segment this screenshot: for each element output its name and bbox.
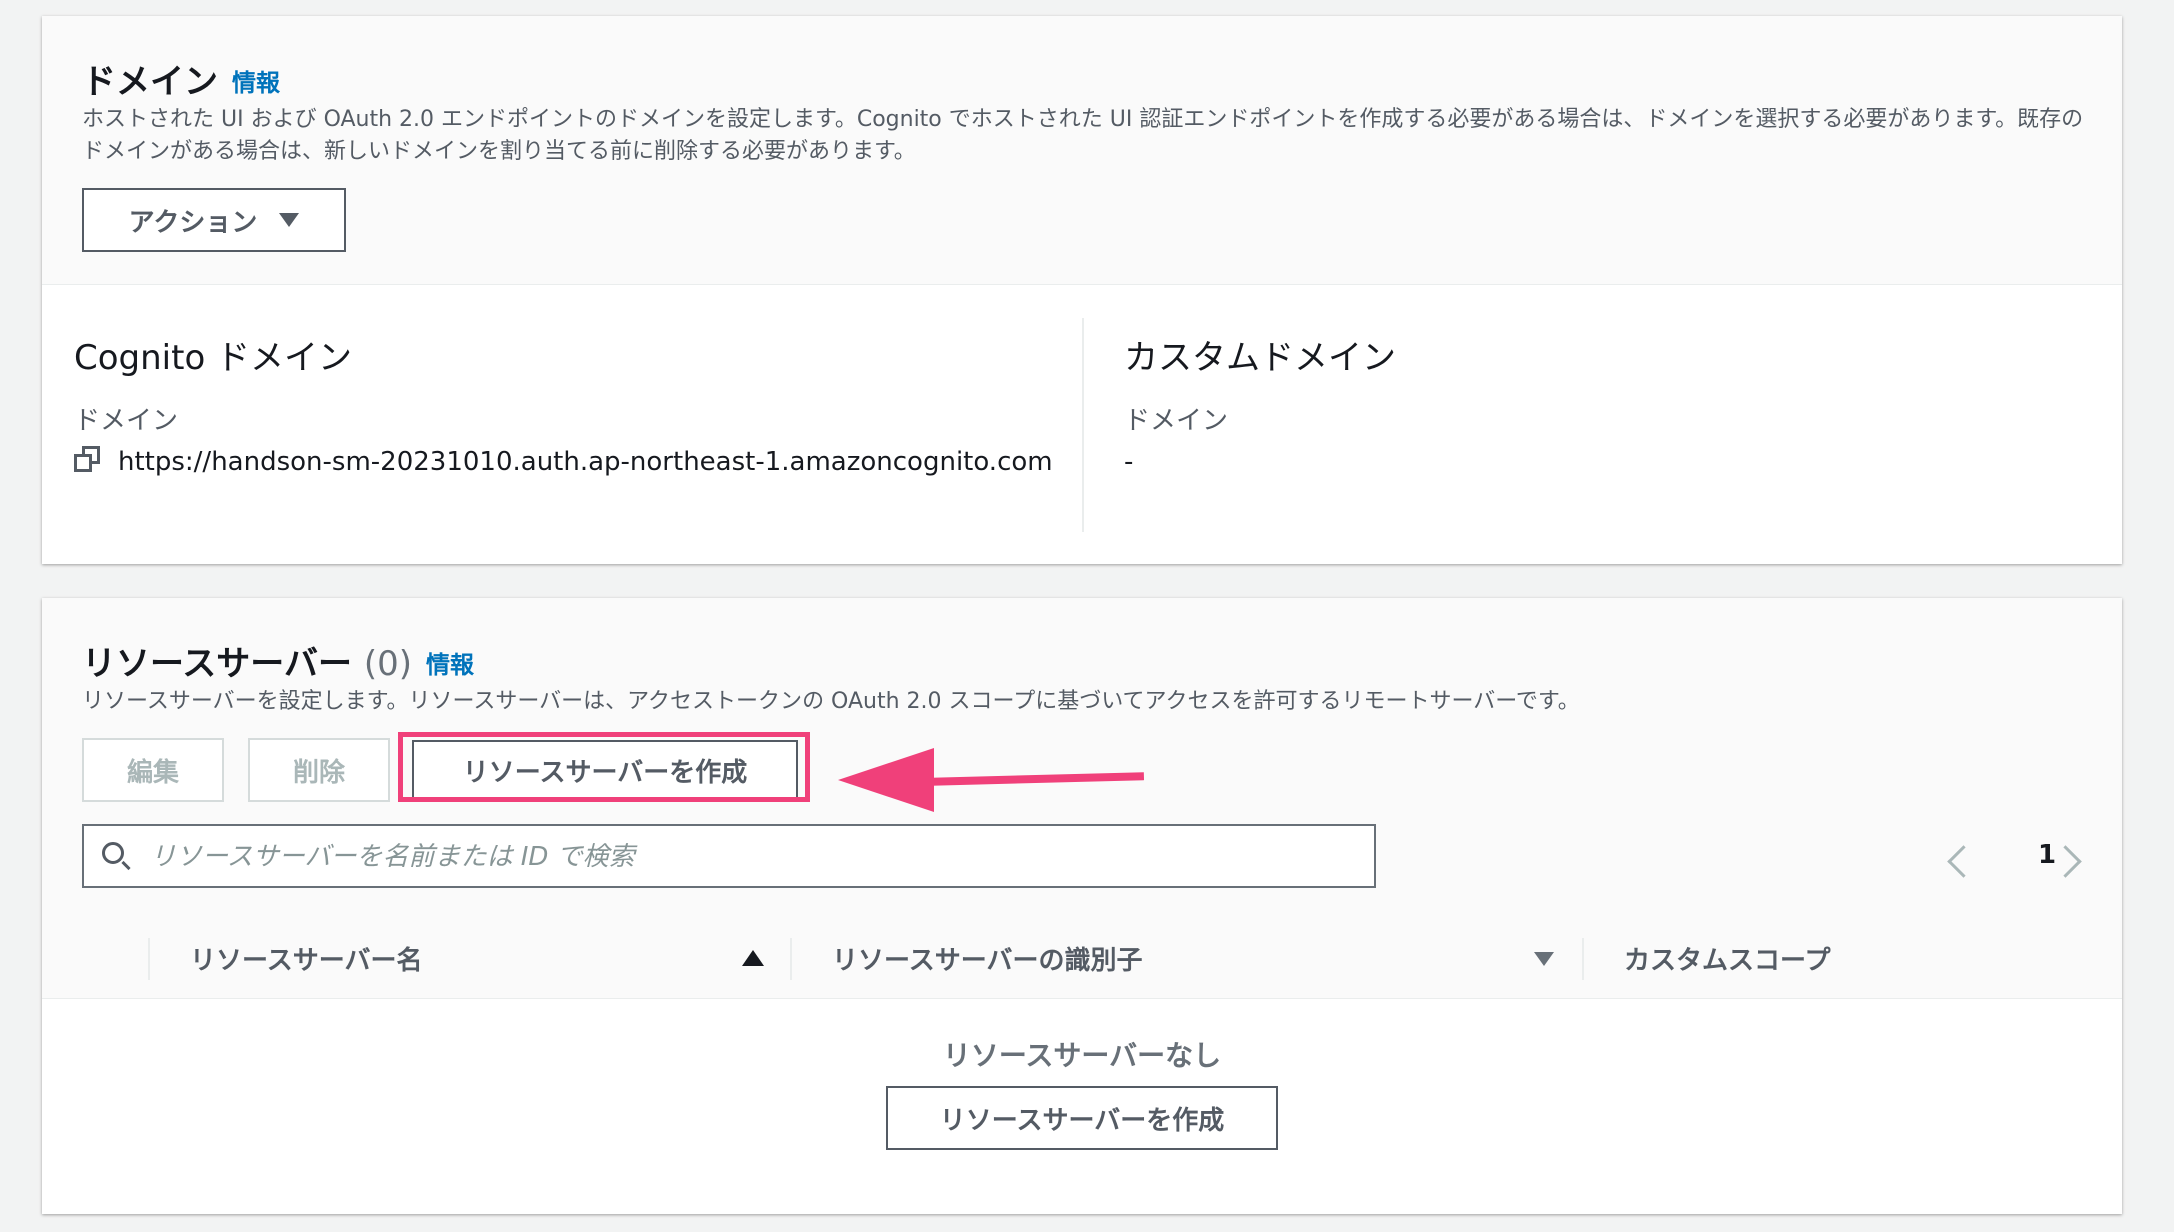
copy-icon[interactable] (74, 446, 102, 474)
empty-state-create-button[interactable]: リソースサーバーを作成 (886, 1086, 1278, 1150)
custom-domain-label: ドメイン (1124, 406, 1229, 436)
column-separator (1582, 938, 1584, 980)
column-separator (148, 938, 150, 980)
cognito-domain-label: ドメイン (74, 406, 179, 436)
domain-description: ホストされた UI および OAuth 2.0 エンドポイントのドメインを設定し… (82, 107, 2084, 164)
column-header-name[interactable]: リソースサーバー名 (190, 940, 422, 977)
cognito-domain-url: https://handson-sm-20231010.auth.ap-nort… (118, 447, 1053, 477)
cognito-domain-value: https://handson-sm-20231010.auth.ap-nort… (74, 440, 1074, 484)
resource-servers-count: (0) (363, 644, 412, 684)
delete-button[interactable]: 削除 (248, 738, 390, 802)
domain-panel: ドメイン 情報 ホストされた UI および OAuth 2.0 エンドポイントのド… (42, 16, 2122, 564)
domain-title: ドメイン 情報 (82, 62, 280, 102)
search-input[interactable] (148, 834, 1352, 880)
sort-descending-icon[interactable] (1534, 952, 1554, 966)
sort-ascending-icon[interactable] (742, 950, 764, 966)
actions-button-label: アクション (128, 207, 258, 238)
resource-servers-title: リソースサーバー (0) 情報 (82, 644, 474, 684)
search-icon (102, 842, 124, 864)
domain-info-link[interactable]: 情報 (232, 69, 280, 97)
resource-servers-info-link[interactable]: 情報 (426, 651, 474, 679)
search-box (82, 824, 1376, 888)
empty-state-message: リソースサーバーなし (942, 1039, 1222, 1072)
column-header-identifier[interactable]: リソースサーバーの識別子 (832, 940, 1142, 977)
custom-domain-value: - (1124, 447, 1134, 477)
annotation-arrow-icon (838, 748, 934, 812)
chevron-left-icon[interactable] (1947, 845, 1980, 878)
column-header-custom-scope[interactable]: カスタムスコープ (1624, 940, 1830, 977)
edit-button[interactable]: 編集 (82, 738, 224, 802)
custom-domain-title: カスタムドメイン (1124, 338, 1396, 378)
domain-panel-header: ドメイン 情報 ホストされた UI および OAuth 2.0 エンドポイントのド… (42, 16, 2122, 285)
actions-dropdown-button[interactable]: アクション (82, 188, 346, 252)
table-header: リソースサーバー名 リソースサーバーの識別子 カスタムスコープ (42, 920, 2122, 999)
column-separator (790, 938, 792, 980)
resource-servers-description: リソースサーバーを設定します。リソースサーバーは、アクセストークンの OAuth… (82, 689, 1580, 714)
annotation-highlight-box (398, 732, 810, 802)
cognito-domain-title: Cognito ドメイン (74, 338, 353, 378)
resource-servers-header: リソースサーバー (0) 情報 リソースサーバーを設定します。リソースサーバーは、… (42, 598, 2122, 921)
caret-down-icon (279, 213, 300, 227)
annotation-arrow-shaft (921, 772, 1145, 786)
resource-servers-panel: リソースサーバー (0) 情報 リソースサーバーを設定します。リソースサーバーは、… (42, 598, 2122, 1214)
column-divider (1082, 318, 1084, 532)
